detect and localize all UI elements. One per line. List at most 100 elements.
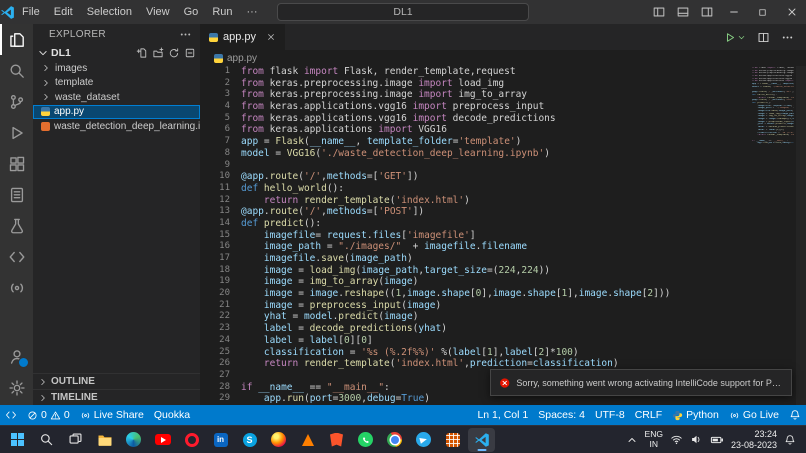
volume-icon[interactable] [690,433,703,446]
menu-selection[interactable]: Selection [80,6,139,18]
code-line[interactable]: 15 imagefile= request.files['imagefile'] [200,230,806,242]
activity-remote-explorer[interactable] [0,241,33,272]
activity-testing[interactable] [0,210,33,241]
breadcrumb[interactable]: app.py [200,50,806,66]
clock[interactable]: 23:2423-08-2023 [731,429,777,451]
wifi-icon[interactable] [670,433,683,446]
code-line[interactable]: 19 image = img_to_array(image) [200,276,806,288]
code-line[interactable]: 3from keras.preprocessing.image import i… [200,89,806,101]
code-line[interactable]: 13@app.route('/',methods=['POST']) [200,206,806,218]
minimize-button[interactable] [719,0,748,24]
quokka-button[interactable]: Quokka [149,405,195,425]
activity-source-control[interactable] [0,86,33,117]
activity-account[interactable] [0,341,33,372]
code-line[interactable]: 14def predict(): [200,218,806,230]
code-line[interactable]: 7app = Flask(__name__, template_folder='… [200,136,806,148]
code-line[interactable]: 1from flask import Flask, render_templat… [200,66,806,78]
tree-item-template[interactable]: template [33,76,200,91]
code-line[interactable]: 6from keras.applications import VGG16 [200,124,806,136]
timeline-section[interactable]: TIMELINE [33,389,200,405]
code-line[interactable]: 16 image_path = "./images/" + imagefile.… [200,241,806,253]
code-line[interactable]: 9 [200,160,806,172]
activity-jupyter[interactable] [0,179,33,210]
tray-overflow-icon[interactable] [626,434,638,446]
activity-settings[interactable] [0,372,33,403]
taskbar-vlc-button[interactable] [294,428,321,452]
activity-extensions[interactable] [0,148,33,179]
editor-more-actions-icon[interactable] [781,31,794,44]
language-mode[interactable]: Python [667,405,724,425]
tab-app-py[interactable]: app.py [200,24,285,50]
taskbar-file-explorer-button[interactable] [91,428,118,452]
code-line[interactable]: 2from keras.preprocessing.image import l… [200,78,806,90]
activity-run-debug[interactable] [0,117,33,148]
tree-item-waste-dataset[interactable]: waste_dataset [33,90,200,105]
taskbar-youtube-button[interactable] [149,428,176,452]
code-editor[interactable]: 1from flask import Flask, render_templat… [200,66,806,405]
encoding-setting[interactable]: UTF-8 [590,405,630,425]
tree-item-images[interactable]: images [33,61,200,76]
new-file-icon[interactable] [136,47,148,59]
activity-live-share[interactable] [0,272,33,303]
editor-scrollbar[interactable] [796,66,806,405]
taskbar-brave-button[interactable] [323,428,350,452]
taskbar-edge-button[interactable] [120,428,147,452]
notification-center-icon[interactable] [784,434,796,446]
intellicode-error-toast[interactable]: Sorry, something went wrong activating I… [490,369,792,396]
tree-item-waste-detection-deep-learning-ipynb[interactable]: waste_detection_deep_learning.ipynb [33,119,200,134]
taskbar-opera-button[interactable] [178,428,205,452]
activity-explorer[interactable] [0,24,33,55]
split-editor-icon[interactable] [757,31,770,44]
notifications-bell[interactable] [784,405,806,425]
language-switcher[interactable]: ENGIN [645,430,663,449]
close-window-button[interactable] [777,0,806,24]
code-line[interactable]: 20 image = image.reshape((1,image.shape[… [200,288,806,300]
code-line[interactable]: 12 return render_template('index.html') [200,195,806,207]
code-line[interactable]: 4from keras.applications.vgg16 import pr… [200,101,806,113]
outline-section[interactable]: OUTLINE [33,373,200,389]
new-folder-icon[interactable] [152,47,164,59]
explorer-more-actions-icon[interactable] [179,28,192,41]
command-center-search[interactable]: DL1 [277,3,529,21]
code-line[interactable]: 22 yhat = model.predict(image) [200,311,806,323]
run-python-file-button[interactable] [723,31,746,44]
menu-view[interactable]: View [139,6,177,18]
code-line[interactable]: 23 label = decode_predictions(yhat) [200,323,806,335]
menu-edit[interactable]: Edit [47,6,80,18]
eol-setting[interactable]: CRLF [630,405,667,425]
taskbar-linkedin-button[interactable]: in [207,428,234,452]
indentation-setting[interactable]: Spaces: 4 [533,405,590,425]
code-line[interactable]: 17 imagefile.save(image_path) [200,253,806,265]
code-line[interactable]: 21 image = preprocess_input(image) [200,300,806,312]
remote-indicator[interactable] [0,405,22,425]
code-line[interactable]: 10@app.route('/',methods=['GET']) [200,171,806,183]
taskbar-task-view-button[interactable] [62,428,89,452]
taskbar-skype-button[interactable]: S [236,428,263,452]
taskbar-firefox-button[interactable] [265,428,292,452]
collapse-folders-icon[interactable] [184,47,196,59]
code-line[interactable]: 5from keras.applications.vgg16 import de… [200,113,806,125]
battery-icon[interactable] [710,433,724,447]
menu-run[interactable]: Run [205,6,239,18]
maximize-button[interactable] [748,0,777,24]
taskbar-search-button[interactable] [33,428,60,452]
toggle-sidebar-icon[interactable] [647,0,671,24]
code-line[interactable]: 8model = VGG16('./waste_detection_deep_l… [200,148,806,160]
taskbar-vscode-button[interactable] [468,428,495,452]
toggle-secondary-sidebar-icon[interactable] [695,0,719,24]
taskbar-telegram-button[interactable] [410,428,437,452]
close-tab-icon[interactable] [266,32,276,42]
refresh-explorer-icon[interactable] [168,47,180,59]
tree-item-app-py[interactable]: app.py [33,105,200,120]
minimap[interactable]: from flask import Flask, render_template… [752,67,794,145]
live-share-button[interactable]: Live Share [75,405,149,425]
taskbar-grid-button[interactable] [439,428,466,452]
activity-search[interactable] [0,55,33,86]
cursor-position[interactable]: Ln 1, Col 1 [472,405,533,425]
problems-indicator[interactable]: 0 0 [22,405,75,425]
code-line[interactable]: 18 image = load_img(image_path,target_si… [200,265,806,277]
workspace-row[interactable]: DL1 [33,44,200,61]
toggle-panel-icon[interactable] [671,0,695,24]
go-live-button[interactable]: Go Live [724,405,784,425]
menu-more[interactable]: ··· [240,6,265,18]
